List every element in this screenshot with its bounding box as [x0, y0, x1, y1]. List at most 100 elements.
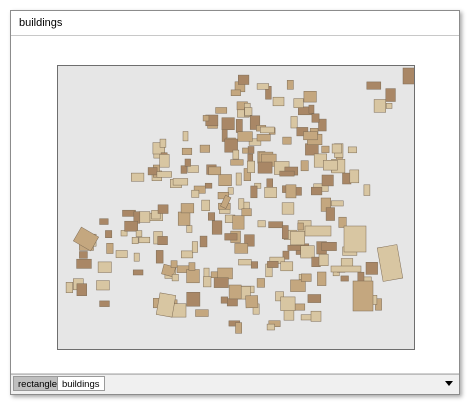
- building-footprint: [181, 147, 193, 155]
- building-footprint: [131, 172, 145, 182]
- buildings-map[interactable]: [58, 66, 414, 349]
- building-footprint: [96, 280, 110, 291]
- building-footprint: [247, 146, 255, 154]
- building-footprint: [147, 167, 158, 176]
- building-footprint: [330, 265, 362, 273]
- building-footprint: [238, 259, 252, 266]
- building-footprint: [305, 143, 319, 156]
- buildings-window: buildings rectangle buildings: [10, 10, 460, 395]
- building-footprint: [385, 88, 396, 102]
- building-footprint: [385, 103, 393, 109]
- building-footprint: [201, 199, 210, 211]
- building-footprint: [182, 131, 189, 142]
- building-footprint: [318, 253, 329, 266]
- building-footprint: [244, 107, 253, 116]
- map-frame[interactable]: [57, 65, 415, 350]
- building-footprint: [133, 252, 140, 262]
- building-footprint: [340, 275, 349, 282]
- building-footprint: [181, 250, 194, 259]
- building-footprint: [294, 303, 306, 311]
- tab-buildings[interactable]: buildings: [57, 376, 105, 391]
- building-footprint: [132, 269, 144, 276]
- building-footprint: [138, 236, 151, 244]
- building-footprint: [155, 292, 177, 318]
- building-footprint: [256, 83, 269, 90]
- building-footprint: [250, 261, 258, 269]
- building-footprint: [230, 159, 244, 166]
- building-footprint: [363, 184, 371, 196]
- building-footprint: [235, 172, 242, 186]
- building-footprint: [171, 274, 179, 282]
- building-footprint: [138, 211, 151, 223]
- building-footprint: [266, 178, 273, 189]
- building-footprint: [349, 169, 360, 184]
- building-footprint: [186, 292, 201, 307]
- building-footprint: [199, 235, 208, 248]
- building-footprint: [224, 233, 238, 241]
- building-footprint: [235, 119, 243, 133]
- building-footprint: [215, 107, 228, 114]
- building-footprint: [300, 245, 315, 259]
- building-footprint: [188, 262, 196, 271]
- building-footprint: [105, 230, 113, 238]
- building-footprint: [365, 262, 378, 275]
- building-footprint: [157, 204, 169, 214]
- building-footprint: [290, 116, 298, 129]
- building-footprint: [238, 198, 245, 210]
- building-footprint: [79, 251, 88, 259]
- building-footprint: [280, 261, 294, 272]
- building-footprint: [300, 160, 309, 172]
- building-footprint: [321, 145, 330, 153]
- building-footprint: [195, 309, 209, 317]
- window-titlebar[interactable]: buildings: [11, 11, 459, 36]
- window-title: buildings: [19, 17, 63, 29]
- building-footprint: [172, 178, 189, 186]
- building-footprint: [187, 165, 199, 173]
- building-footprint: [191, 189, 200, 198]
- building-footprint: [76, 258, 92, 269]
- building-footprint: [202, 115, 210, 122]
- building-footprint: [235, 322, 242, 334]
- sheet-tab-bar: rectangle buildings: [11, 374, 459, 394]
- building-footprint: [402, 67, 414, 85]
- building-footprint: [310, 310, 322, 322]
- chevron-down-icon[interactable]: [445, 381, 453, 386]
- building-footprint: [238, 74, 250, 85]
- building-footprint: [186, 225, 193, 233]
- building-footprint: [234, 243, 249, 254]
- building-footprint: [131, 237, 139, 244]
- building-footprint: [217, 267, 233, 280]
- building-footprint: [281, 202, 295, 215]
- building-footprint: [180, 165, 188, 174]
- building-footprint: [184, 158, 191, 167]
- plot-area: [11, 36, 459, 374]
- building-footprint: [307, 294, 322, 303]
- building-footprint: [170, 260, 178, 268]
- building-footprint: [331, 200, 344, 207]
- building-footprint: [159, 138, 167, 148]
- building-footprint: [304, 225, 332, 237]
- building-footprint: [204, 182, 213, 189]
- building-footprint: [177, 211, 191, 226]
- building-footprint: [135, 230, 143, 237]
- building-footprint: [321, 174, 334, 187]
- building-footprint: [285, 184, 297, 199]
- building-footprint: [245, 295, 259, 309]
- building-footprint: [366, 81, 382, 90]
- building-footprint: [155, 250, 164, 264]
- building-footprint: [221, 117, 235, 130]
- building-footprint: [260, 126, 275, 134]
- building-footprint: [213, 277, 229, 288]
- building-footprint: [97, 261, 112, 273]
- building-footprint: [241, 208, 252, 217]
- tab-rectangle[interactable]: rectangle: [13, 376, 63, 391]
- building-footprint: [99, 300, 110, 307]
- building-footprint: [232, 215, 245, 230]
- building-footprint: [287, 244, 302, 251]
- building-footprint: [208, 166, 222, 176]
- building-footprint: [318, 118, 327, 132]
- building-footprint: [317, 271, 327, 286]
- building-footprint: [191, 241, 198, 253]
- building-footprint: [180, 203, 195, 214]
- building-footprint: [256, 134, 271, 142]
